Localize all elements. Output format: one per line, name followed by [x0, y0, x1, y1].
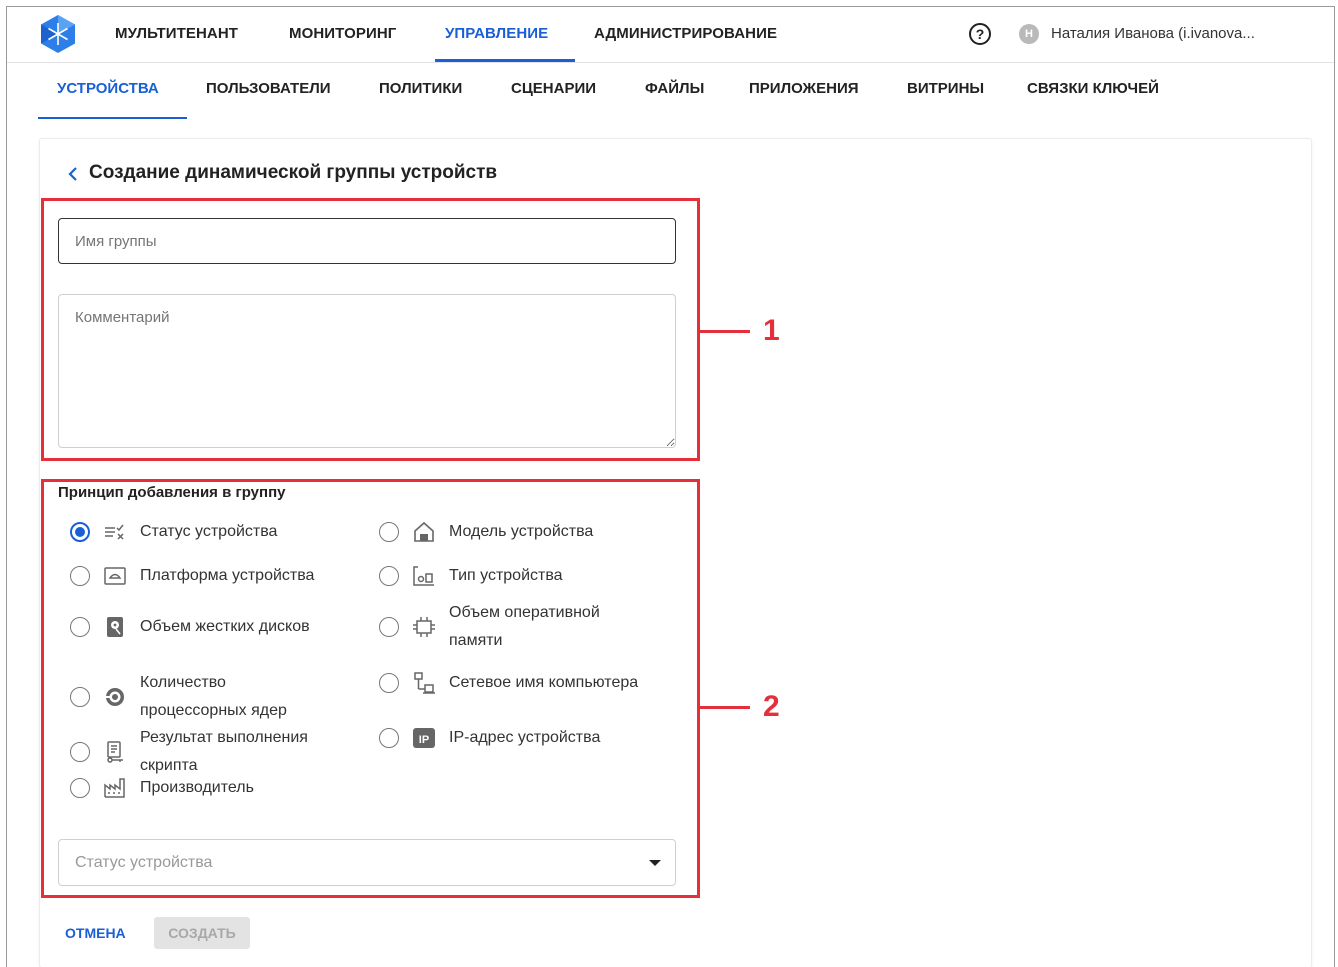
tab-showcases[interactable]: ВИТРИНЫ: [907, 80, 984, 97]
option-script-result[interactable]: Результат выполнения скрипта: [70, 724, 350, 780]
option-label: Производитель: [140, 779, 254, 796]
tab-files[interactable]: ФАЙЛЫ: [645, 80, 704, 97]
radio-button[interactable]: [70, 617, 90, 637]
radio-button[interactable]: [70, 687, 90, 707]
nav-monitoring[interactable]: МОНИТОРИНГ: [289, 25, 396, 42]
radio-button[interactable]: [70, 522, 90, 542]
option-disk-volume[interactable]: Объем жестких дисков: [70, 613, 310, 641]
option-hostname[interactable]: Сетевое имя компьютера: [379, 669, 638, 697]
chevron-down-icon: [649, 860, 661, 866]
option-device-status[interactable]: Статус устройства: [70, 518, 277, 546]
option-label: IP-адрес устройства: [449, 729, 601, 746]
nav-active-indicator: [435, 59, 575, 62]
option-cpu-cores[interactable]: Количество процессорных ядер: [70, 669, 330, 725]
sub-navigation: УСТРОЙСТВА ПОЛЬЗОВАТЕЛИ ПОЛИТИКИ СЦЕНАРИ…: [7, 63, 1334, 119]
script-icon: [103, 740, 127, 764]
annotation-line-1: [700, 330, 750, 333]
radio-button[interactable]: [379, 728, 399, 748]
option-label: Платформа устройства: [140, 567, 315, 584]
tab-policies[interactable]: ПОЛИТИКИ: [379, 80, 462, 97]
app-window: МУЛЬТИТЕНАНТ МОНИТОРИНГ УПРАВЛЕНИЕ АДМИН…: [6, 6, 1335, 967]
section-label: Принцип добавления в группу: [58, 484, 286, 501]
page-title: Создание динамической группы устройств: [89, 162, 498, 183]
app-logo[interactable]: [39, 14, 77, 54]
radio-button[interactable]: [379, 617, 399, 637]
ram-icon: [412, 615, 436, 639]
option-label: Объем оперативной памяти: [449, 604, 600, 649]
svg-text:IP: IP: [419, 734, 429, 746]
tab-users[interactable]: ПОЛЬЗОВАТЕЛИ: [206, 80, 331, 97]
option-label: Результат выполнения скрипта: [140, 729, 308, 774]
user-name[interactable]: Наталия Иванова (i.ivanova...: [1051, 25, 1255, 42]
tab-keychains[interactable]: СВЯЗКИ КЛЮЧЕЙ: [1027, 80, 1159, 97]
radio-button[interactable]: [70, 566, 90, 586]
nav-management[interactable]: УПРАВЛЕНИЕ: [445, 25, 548, 42]
annotation-number-1: 1: [763, 314, 780, 347]
annotation-box-1: [41, 198, 700, 461]
criteria-select[interactable]: Статус устройства: [58, 839, 676, 886]
tab-devices[interactable]: УСТРОЙСТВА: [57, 80, 159, 97]
option-ram-volume[interactable]: Объем оперативной памяти: [379, 599, 649, 655]
option-label: Сетевое имя компьютера: [449, 674, 639, 691]
option-label: Количество процессорных ядер: [140, 674, 287, 719]
model-icon: [412, 520, 436, 544]
radio-button[interactable]: [379, 522, 399, 542]
cpu-icon: [103, 685, 127, 709]
help-icon[interactable]: ?: [969, 23, 991, 45]
back-chevron-icon[interactable]: [65, 164, 81, 184]
factory-icon: [103, 776, 127, 800]
nav-multitenant[interactable]: МУЛЬТИТЕНАНТ: [115, 25, 238, 42]
network-icon: [412, 671, 436, 695]
option-label: Модель устройства: [449, 523, 594, 540]
radio-button[interactable]: [379, 566, 399, 586]
create-button[interactable]: СОЗДАТЬ: [154, 917, 250, 949]
device-type-icon: [412, 564, 436, 588]
platform-icon: [103, 564, 127, 588]
top-navigation: МУЛЬТИТЕНАНТ МОНИТОРИНГ УПРАВЛЕНИЕ АДМИН…: [7, 7, 1334, 63]
subnav-active-indicator: [38, 117, 187, 119]
avatar[interactable]: Н: [1019, 24, 1039, 44]
annotation-line-2: [700, 706, 750, 709]
cancel-button[interactable]: ОТМЕНА: [57, 917, 134, 949]
option-label: Тип устройства: [449, 567, 563, 584]
tab-applications[interactable]: ПРИЛОЖЕНИЯ: [749, 80, 859, 97]
tab-scenarios[interactable]: СЦЕНАРИИ: [511, 80, 596, 97]
option-label: Объем жестких дисков: [140, 618, 310, 635]
nav-administration[interactable]: АДМИНИСТРИРОВАНИЕ: [594, 25, 777, 42]
annotation-number-2: 2: [763, 690, 780, 723]
hdd-icon: [103, 615, 127, 639]
option-manufacturer[interactable]: Производитель: [70, 774, 254, 802]
ip-icon: IP: [412, 726, 436, 750]
option-device-model[interactable]: Модель устройства: [379, 518, 593, 546]
radio-button[interactable]: [70, 742, 90, 762]
option-device-platform[interactable]: Платформа устройства: [70, 562, 314, 590]
option-label: Статус устройства: [140, 523, 278, 540]
option-device-type[interactable]: Тип устройства: [379, 562, 563, 590]
radio-button[interactable]: [379, 673, 399, 693]
status-icon: [103, 520, 127, 544]
select-value: Статус устройства: [75, 854, 213, 871]
option-ip-address[interactable]: IP IP-адрес устройства: [379, 724, 600, 752]
radio-button[interactable]: [70, 778, 90, 798]
